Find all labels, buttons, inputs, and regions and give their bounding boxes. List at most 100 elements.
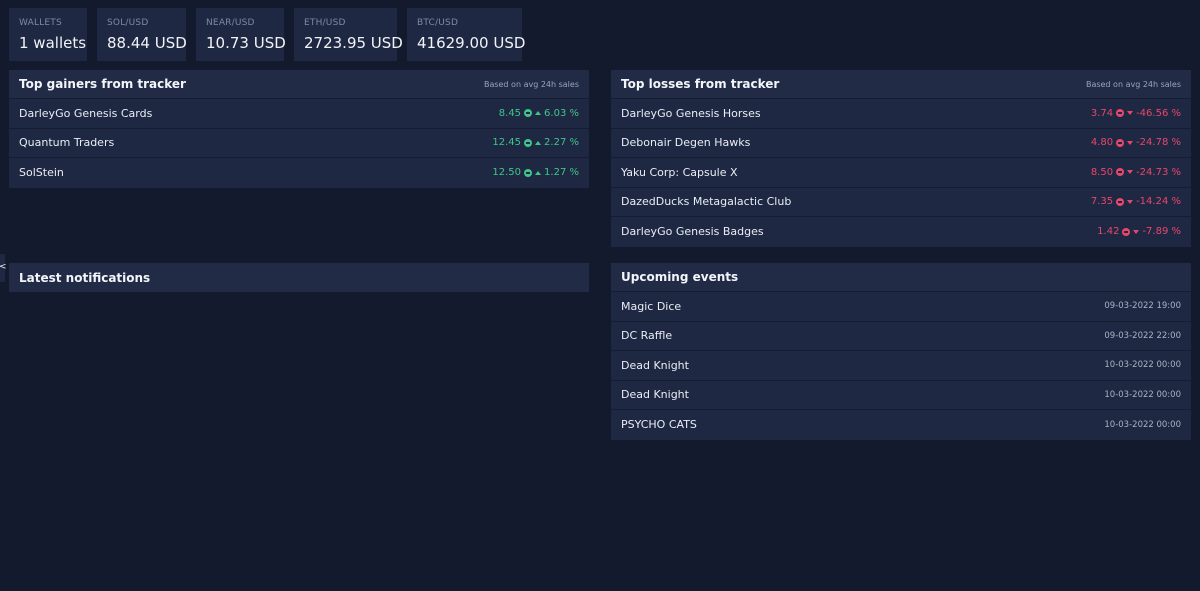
panel-header: Top losses from tracker Based on avg 24h… <box>611 70 1191 99</box>
loss-row[interactable]: Yaku Corp: Capsule X 8.50 -24.73 % <box>611 158 1191 188</box>
panel-note: Based on avg 24h sales <box>1085 79 1181 89</box>
loss-value: 3.74 -46.56 % <box>1091 108 1181 119</box>
event-row[interactable]: PSYCHO CATS 10-03-2022 00:00 <box>611 410 1191 440</box>
loss-row[interactable]: DarleyGo Genesis Horses 3.74 -46.56 % <box>611 99 1191 129</box>
event-date: 10-03-2022 00:00 <box>1104 360 1181 371</box>
panel-title: Upcoming events <box>621 270 739 284</box>
event-row[interactable]: Dead Knight 10-03-2022 00:00 <box>611 381 1191 410</box>
gain-value: 8.45 6.03 % <box>499 108 579 119</box>
sol-coin-icon <box>1116 109 1125 118</box>
collection-name: Quantum Traders <box>19 136 115 150</box>
stat-card-btc[interactable]: BTC/USD 41629.00 USD <box>407 8 526 61</box>
arrow-down-icon <box>1133 229 1140 234</box>
change-percent: 6.03 % <box>544 107 579 119</box>
notifications-panel: Latest notifications <box>9 263 589 292</box>
event-name: Magic Dice <box>621 299 682 313</box>
change-percent: -46.56 % <box>1136 107 1181 119</box>
panel-note: Based on avg 24h sales <box>483 79 579 89</box>
gain-value: 12.45 2.27 % <box>492 137 579 148</box>
collection-name: SolStein <box>19 166 64 180</box>
top-losses-panel: Top losses from tracker Based on avg 24h… <box>611 70 1191 247</box>
floor-price: 8.45 <box>498 107 522 119</box>
stats-bar: WALLETS 1 wallets SOL/USD 88.44 USD NEAR… <box>9 8 526 61</box>
panel-title: Top losses from tracker <box>621 77 780 91</box>
event-row[interactable]: Magic Dice 09-03-2022 19:00 <box>611 292 1191 322</box>
stat-label: NEAR/USD <box>206 18 255 28</box>
sol-coin-icon <box>1116 138 1125 147</box>
top-gainers-panel: Top gainers from tracker Based on avg 24… <box>9 70 589 188</box>
stat-card-near[interactable]: NEAR/USD 10.73 USD <box>196 8 286 61</box>
change-percent: -24.78 % <box>1136 137 1181 149</box>
arrow-up-icon <box>535 111 542 116</box>
stat-label: SOL/USD <box>107 18 149 28</box>
change-percent: -7.89 % <box>1142 226 1181 238</box>
gainer-row[interactable]: DarleyGo Genesis Cards 8.45 6.03 % <box>9 99 589 129</box>
change-percent: 2.27 % <box>544 137 579 149</box>
panel-header: Latest notifications <box>9 263 589 292</box>
loss-value: 1.42 -7.89 % <box>1097 226 1181 237</box>
event-row[interactable]: DC Raffle 09-03-2022 22:00 <box>611 322 1191 351</box>
stat-value: 88.44 USD <box>107 34 187 52</box>
stat-value: 10.73 USD <box>206 34 286 52</box>
sol-coin-icon <box>524 168 533 177</box>
upcoming-events-panel: Upcoming events Magic Dice 09-03-2022 19… <box>611 263 1191 440</box>
loss-row[interactable]: DarleyGo Genesis Badges 1.42 -7.89 % <box>611 217 1191 247</box>
sol-coin-icon <box>524 138 533 147</box>
floor-price: 1.42 <box>1097 226 1120 238</box>
loss-value: 4.80 -24.78 % <box>1091 137 1181 148</box>
loss-value: 7.35 -14.24 % <box>1091 196 1181 207</box>
stat-value: 2723.95 USD <box>304 34 403 52</box>
change-percent: -14.24 % <box>1136 196 1181 208</box>
arrow-up-icon <box>535 140 542 145</box>
loss-value: 8.50 -24.73 % <box>1091 167 1181 178</box>
arrow-down-icon <box>1127 140 1134 145</box>
floor-price: 12.50 <box>492 167 522 179</box>
event-date: 10-03-2022 00:00 <box>1104 389 1181 400</box>
chevron-left-icon: < <box>0 262 7 272</box>
floor-price: 4.80 <box>1090 137 1114 149</box>
event-date: 10-03-2022 00:00 <box>1104 419 1181 430</box>
change-percent: 1.27 % <box>544 167 579 179</box>
stat-card-eth[interactable]: ETH/USD 2723.95 USD <box>294 8 403 61</box>
panel-header: Upcoming events <box>611 263 1191 292</box>
panel-header: Top gainers from tracker Based on avg 24… <box>9 70 589 99</box>
loss-row[interactable]: DazedDucks Metagalactic Club 7.35 -14.24… <box>611 188 1191 217</box>
stat-card-wallets[interactable]: WALLETS 1 wallets <box>9 8 87 61</box>
arrow-up-icon <box>535 170 542 175</box>
event-date: 09-03-2022 22:00 <box>1104 330 1181 341</box>
arrow-down-icon <box>1127 170 1134 175</box>
stat-label: ETH/USD <box>304 18 346 28</box>
event-row[interactable]: Dead Knight 10-03-2022 00:00 <box>611 351 1191 381</box>
gainer-row[interactable]: SolStein 12.50 1.27 % <box>9 158 589 188</box>
event-name: DC Raffle <box>621 329 673 343</box>
event-name: PSYCHO CATS <box>621 418 697 432</box>
sol-coin-icon <box>1122 227 1131 236</box>
arrow-down-icon <box>1127 111 1134 116</box>
sidebar-toggle[interactable]: < <box>0 254 7 282</box>
collection-name: Yaku Corp: Capsule X <box>621 165 738 179</box>
floor-price: 7.35 <box>1090 196 1114 208</box>
gainer-row[interactable]: Quantum Traders 12.45 2.27 % <box>9 129 589 158</box>
collection-name: Debonair Degen Hawks <box>621 136 751 150</box>
gain-value: 12.50 1.27 % <box>492 167 579 178</box>
floor-price: 12.45 <box>492 137 522 149</box>
event-name: Dead Knight <box>621 388 689 402</box>
stat-label: WALLETS <box>19 18 62 28</box>
change-percent: -24.73 % <box>1136 166 1181 178</box>
sol-coin-icon <box>524 109 533 118</box>
stat-value: 1 wallets <box>19 34 87 52</box>
stat-label: BTC/USD <box>417 18 459 28</box>
stat-card-sol[interactable]: SOL/USD 88.44 USD <box>97 8 187 61</box>
sol-coin-icon <box>1116 197 1125 206</box>
collection-name: DazedDucks Metagalactic Club <box>621 195 792 209</box>
stat-value: 41629.00 USD <box>417 34 526 52</box>
loss-row[interactable]: Debonair Degen Hawks 4.80 -24.78 % <box>611 129 1191 158</box>
panel-title: Latest notifications <box>19 270 151 285</box>
event-date: 09-03-2022 19:00 <box>1104 301 1181 312</box>
floor-price: 8.50 <box>1090 166 1114 178</box>
collection-name: DarleyGo Genesis Horses <box>621 106 761 120</box>
dashboard: WALLETS 1 wallets SOL/USD 88.44 USD NEAR… <box>0 0 1200 591</box>
collection-name: DarleyGo Genesis Badges <box>621 225 764 239</box>
event-name: Dead Knight <box>621 358 689 372</box>
collection-name: DarleyGo Genesis Cards <box>19 106 153 120</box>
